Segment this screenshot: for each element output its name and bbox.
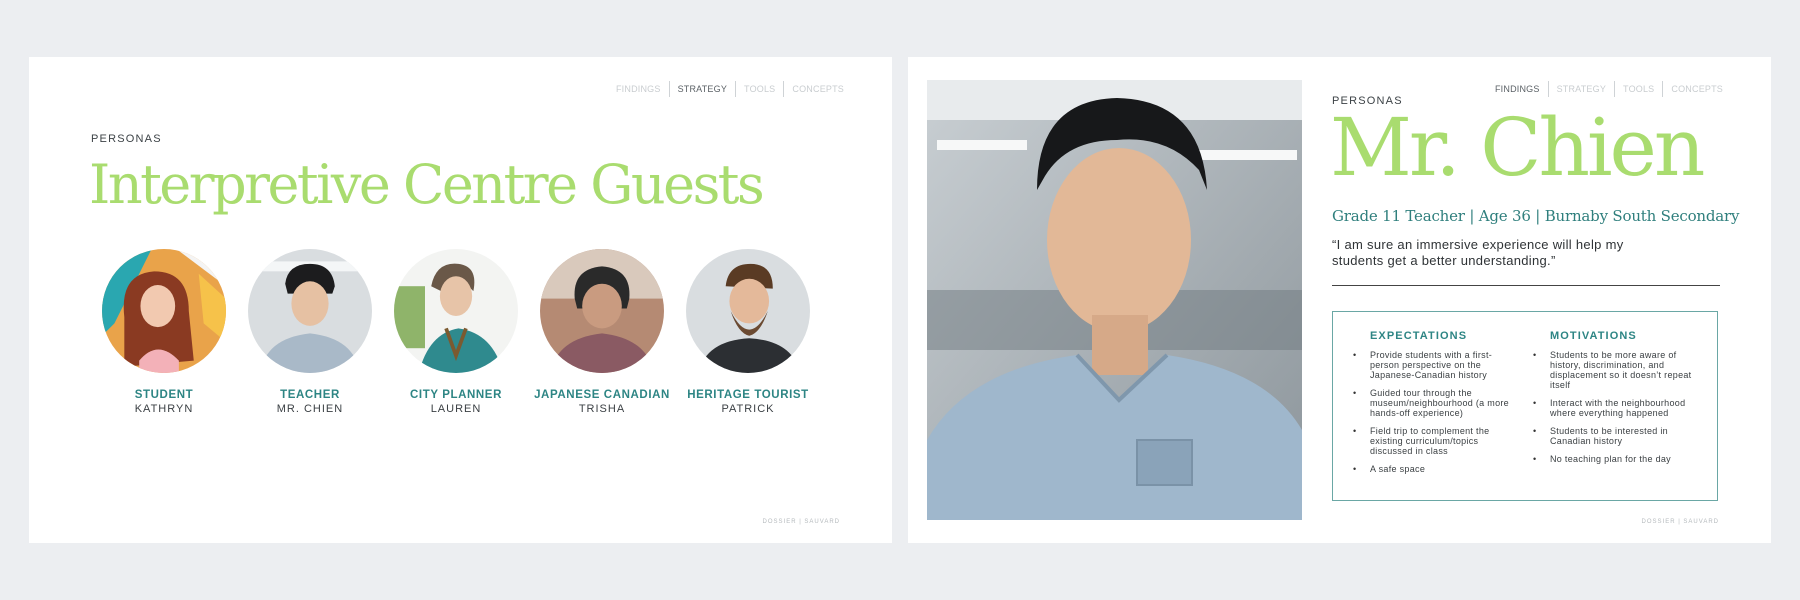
motivations-heading: MOTIVATIONS (1550, 330, 1637, 342)
section-label: PERSONAS (91, 133, 162, 145)
persona-photo (927, 80, 1302, 520)
expectations-list: Provide students with a first-person per… (1353, 350, 1513, 474)
expectations-heading: EXPECTATIONS (1370, 330, 1468, 342)
persona-name: LAUREN (430, 403, 482, 415)
motivations-list: Students to be more aware of history, di… (1533, 350, 1693, 464)
persona-quote: “I am sure an immersive experience will … (1332, 237, 1624, 268)
nav-tools[interactable]: TOOLS (735, 81, 783, 97)
footer-credit: DOSSIER | SAUVARD (762, 519, 840, 525)
nav-strategy[interactable]: STRATEGY (668, 81, 735, 97)
persona-name: PATRICK (721, 403, 775, 415)
persona-role: HERITAGE TOURIST (687, 389, 809, 401)
persona-list: STUDENT KATHRYN TEACHER MR. CHIEN CITY P… (91, 249, 821, 415)
persona-role: STUDENT (134, 389, 194, 401)
nav-tools[interactable]: TOOLS (1614, 81, 1662, 97)
slide-persona-detail: FINDINGS STRATEGY TOOLS CONCEPTS PERSONA… (908, 57, 1771, 543)
persona-name: KATHRYN (134, 403, 194, 415)
persona-subtitle: Grade 11 Teacher | Age 36 | Burnaby Sout… (1332, 207, 1740, 225)
list-item: Interact with the neighbourhood where ev… (1533, 398, 1693, 418)
expectations-motivations-box: EXPECTATIONS Provide students with a fir… (1332, 311, 1718, 501)
persona-name: TRISHA (578, 403, 626, 415)
persona-title: Mr. Chien (1330, 101, 1705, 194)
persona-role: JAPANESE CANADIAN (534, 389, 670, 401)
list-item: No teaching plan for the day (1533, 454, 1693, 464)
list-item: Students to be interested in Canadian hi… (1533, 426, 1693, 446)
divider (1332, 285, 1720, 286)
persona-card-city-planner[interactable]: CITY PLANNER LAUREN (383, 249, 529, 415)
list-item: Students to be more aware of history, di… (1533, 350, 1693, 390)
list-item: Guided tour through the museum/neighbour… (1353, 388, 1513, 418)
persona-role: CITY PLANNER (410, 389, 502, 401)
persona-card-teacher[interactable]: TEACHER MR. CHIEN (237, 249, 383, 415)
avatar (248, 249, 372, 373)
nav-concepts[interactable]: CONCEPTS (1662, 81, 1731, 97)
slide-personas-overview: FINDINGS STRATEGY TOOLS CONCEPTS PERSONA… (29, 57, 892, 543)
persona-role: TEACHER (280, 389, 340, 401)
list-item: Field trip to complement the existing cu… (1353, 426, 1513, 456)
persona-card-heritage-tourist[interactable]: HERITAGE TOURIST PATRICK (675, 249, 821, 415)
avatar (394, 249, 518, 373)
list-item: A safe space (1353, 464, 1513, 474)
nav-findings[interactable]: FINDINGS (1487, 81, 1548, 97)
avatar (686, 249, 810, 373)
persona-card-japanese-canadian[interactable]: JAPANESE CANADIAN TRISHA (529, 249, 675, 415)
persona-name: MR. CHIEN (276, 403, 344, 415)
nav-strategy[interactable]: STRATEGY (1547, 81, 1614, 97)
nav-findings[interactable]: FINDINGS (608, 81, 669, 97)
page-title: Interpretive Centre Guests (89, 153, 765, 216)
expectations-column: EXPECTATIONS Provide students with a fir… (1353, 330, 1513, 482)
motivations-column: MOTIVATIONS Students to be more aware of… (1533, 330, 1693, 472)
avatar (540, 249, 664, 373)
top-nav: FINDINGS STRATEGY TOOLS CONCEPTS (608, 81, 852, 97)
persona-card-student[interactable]: STUDENT KATHRYN (91, 249, 237, 415)
avatar (102, 249, 226, 373)
list-item: Provide students with a first-person per… (1353, 350, 1513, 380)
footer-credit: DOSSIER | SAUVARD (1641, 519, 1719, 525)
top-nav: FINDINGS STRATEGY TOOLS CONCEPTS (1487, 81, 1731, 97)
nav-concepts[interactable]: CONCEPTS (783, 81, 852, 97)
